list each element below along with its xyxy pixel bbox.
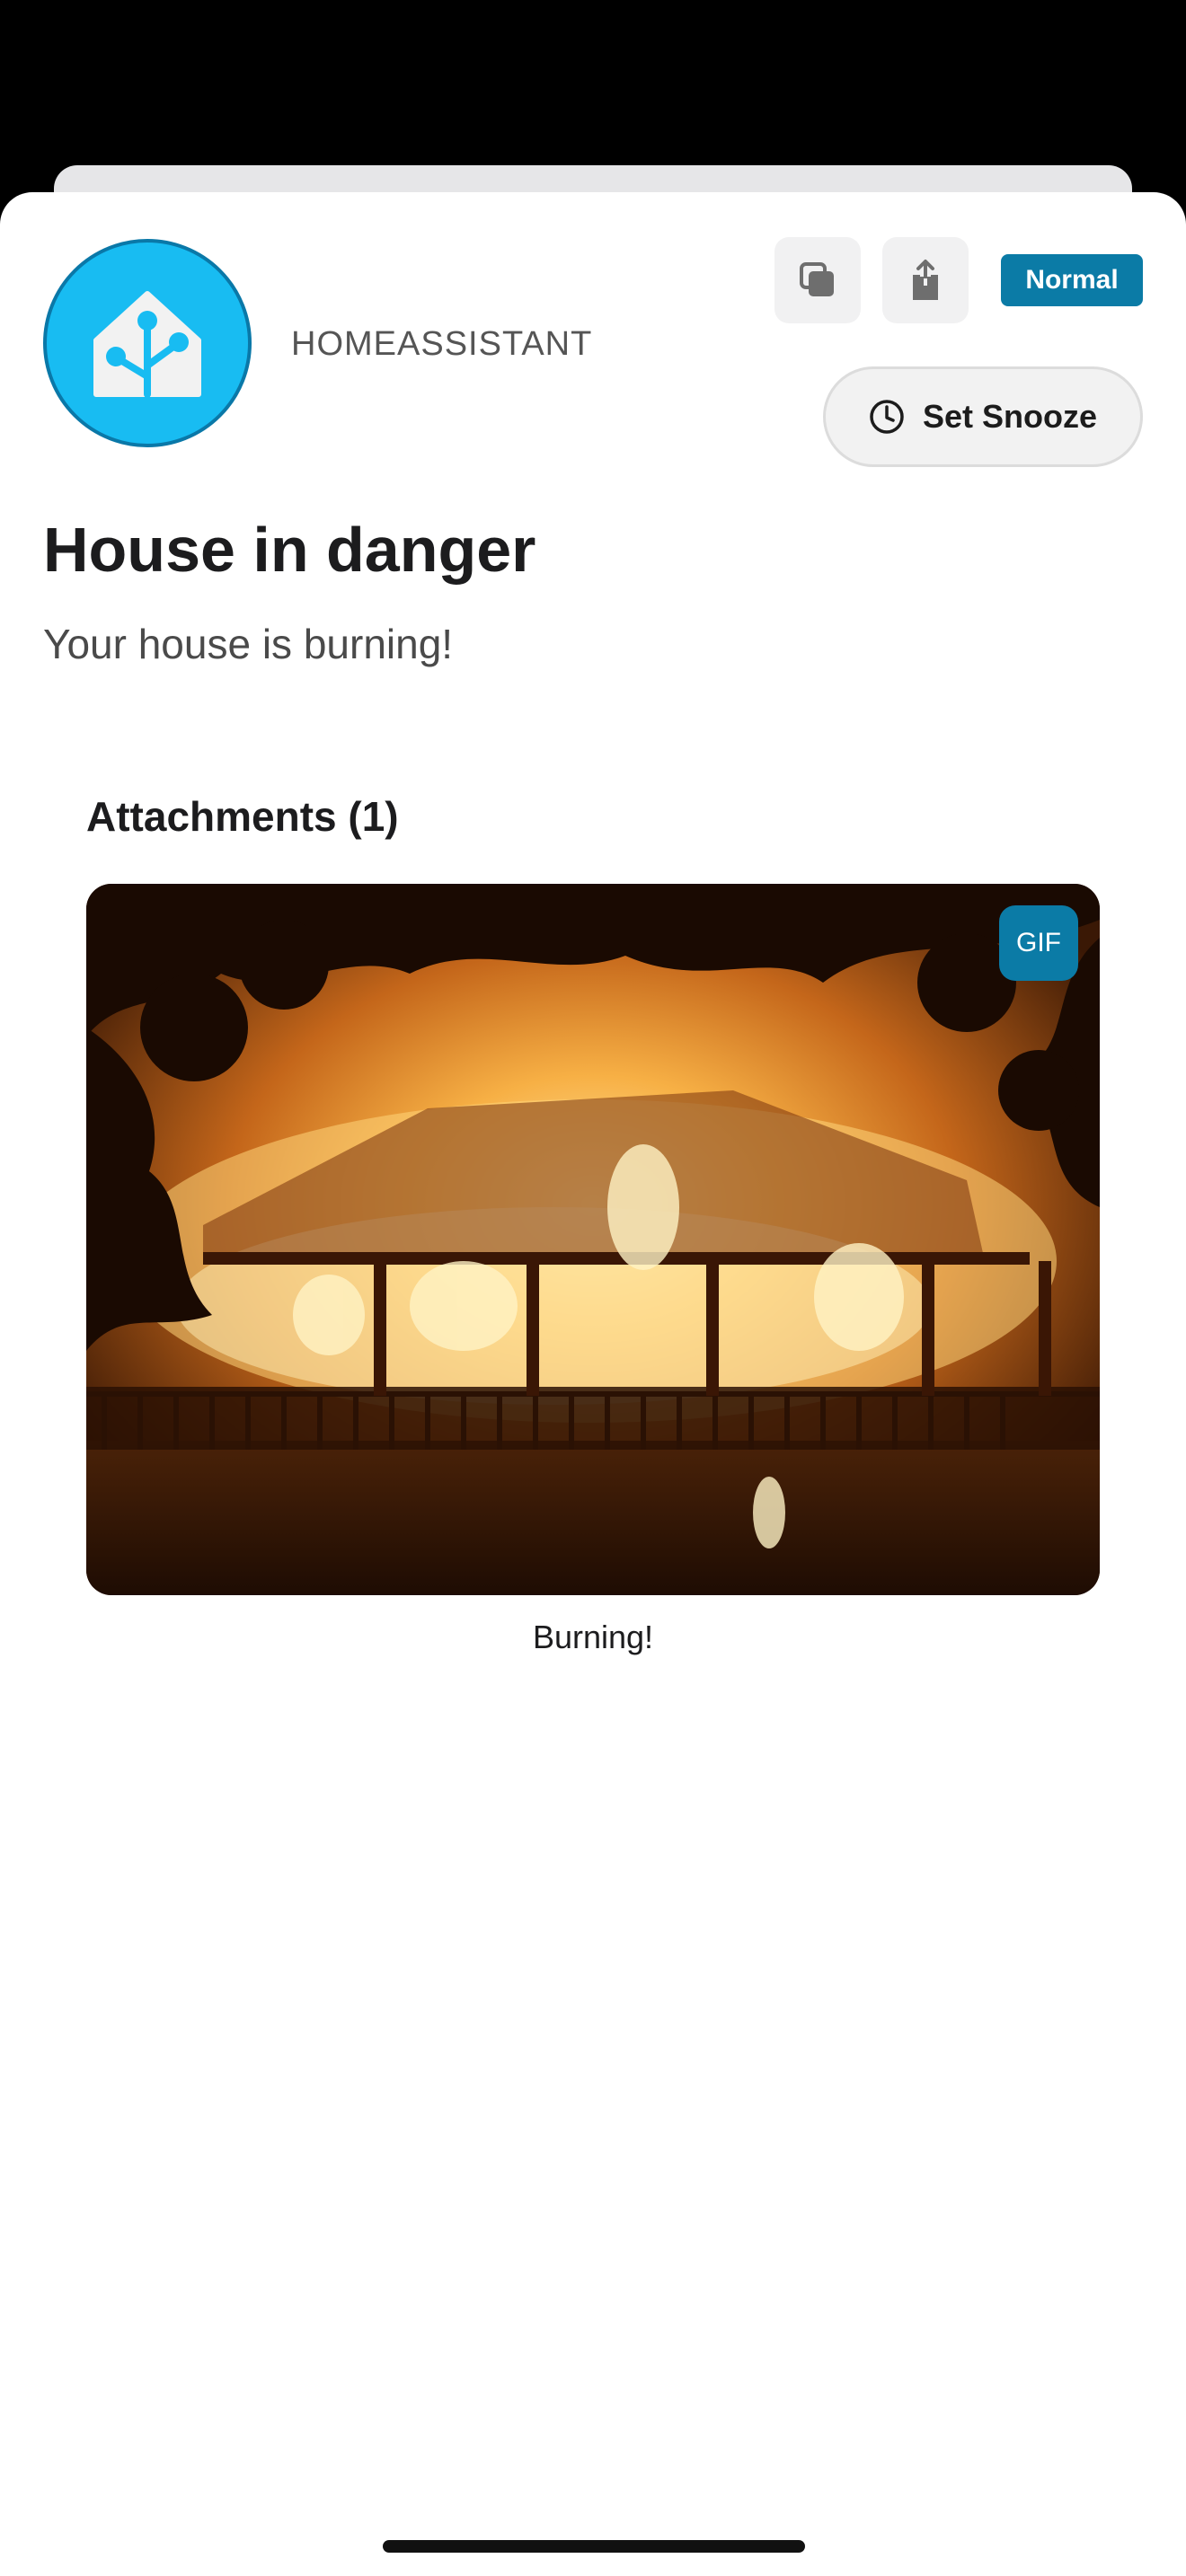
clock-icon <box>870 400 904 434</box>
notification-sheet: HOMEASSISTANT Normal Set Snooze House in… <box>0 192 1186 2576</box>
notification-message: Your house is burning! <box>43 621 454 667</box>
home-indicator[interactable] <box>383 2540 805 2553</box>
gif-badge: GIF <box>999 905 1078 981</box>
snooze-label: Set Snooze <box>922 398 1098 435</box>
copy-icon <box>800 262 834 296</box>
attachments-header: Attachments (1) <box>86 793 399 840</box>
burning-house-image <box>86 884 1100 1595</box>
attachment-gif[interactable]: GIF <box>86 884 1100 1595</box>
share-icon <box>913 260 938 300</box>
notification-title: House in danger <box>43 515 536 585</box>
app-icon <box>43 239 252 447</box>
share-button[interactable] <box>882 237 969 323</box>
copy-button[interactable] <box>774 237 861 323</box>
home-assistant-logo-icon <box>93 291 201 398</box>
set-snooze-button[interactable]: Set Snooze <box>823 366 1143 467</box>
priority-badge: Normal <box>1001 254 1143 306</box>
app-name: HOMEASSISTANT <box>291 325 593 363</box>
attachment-caption: Burning! <box>532 1619 654 1655</box>
